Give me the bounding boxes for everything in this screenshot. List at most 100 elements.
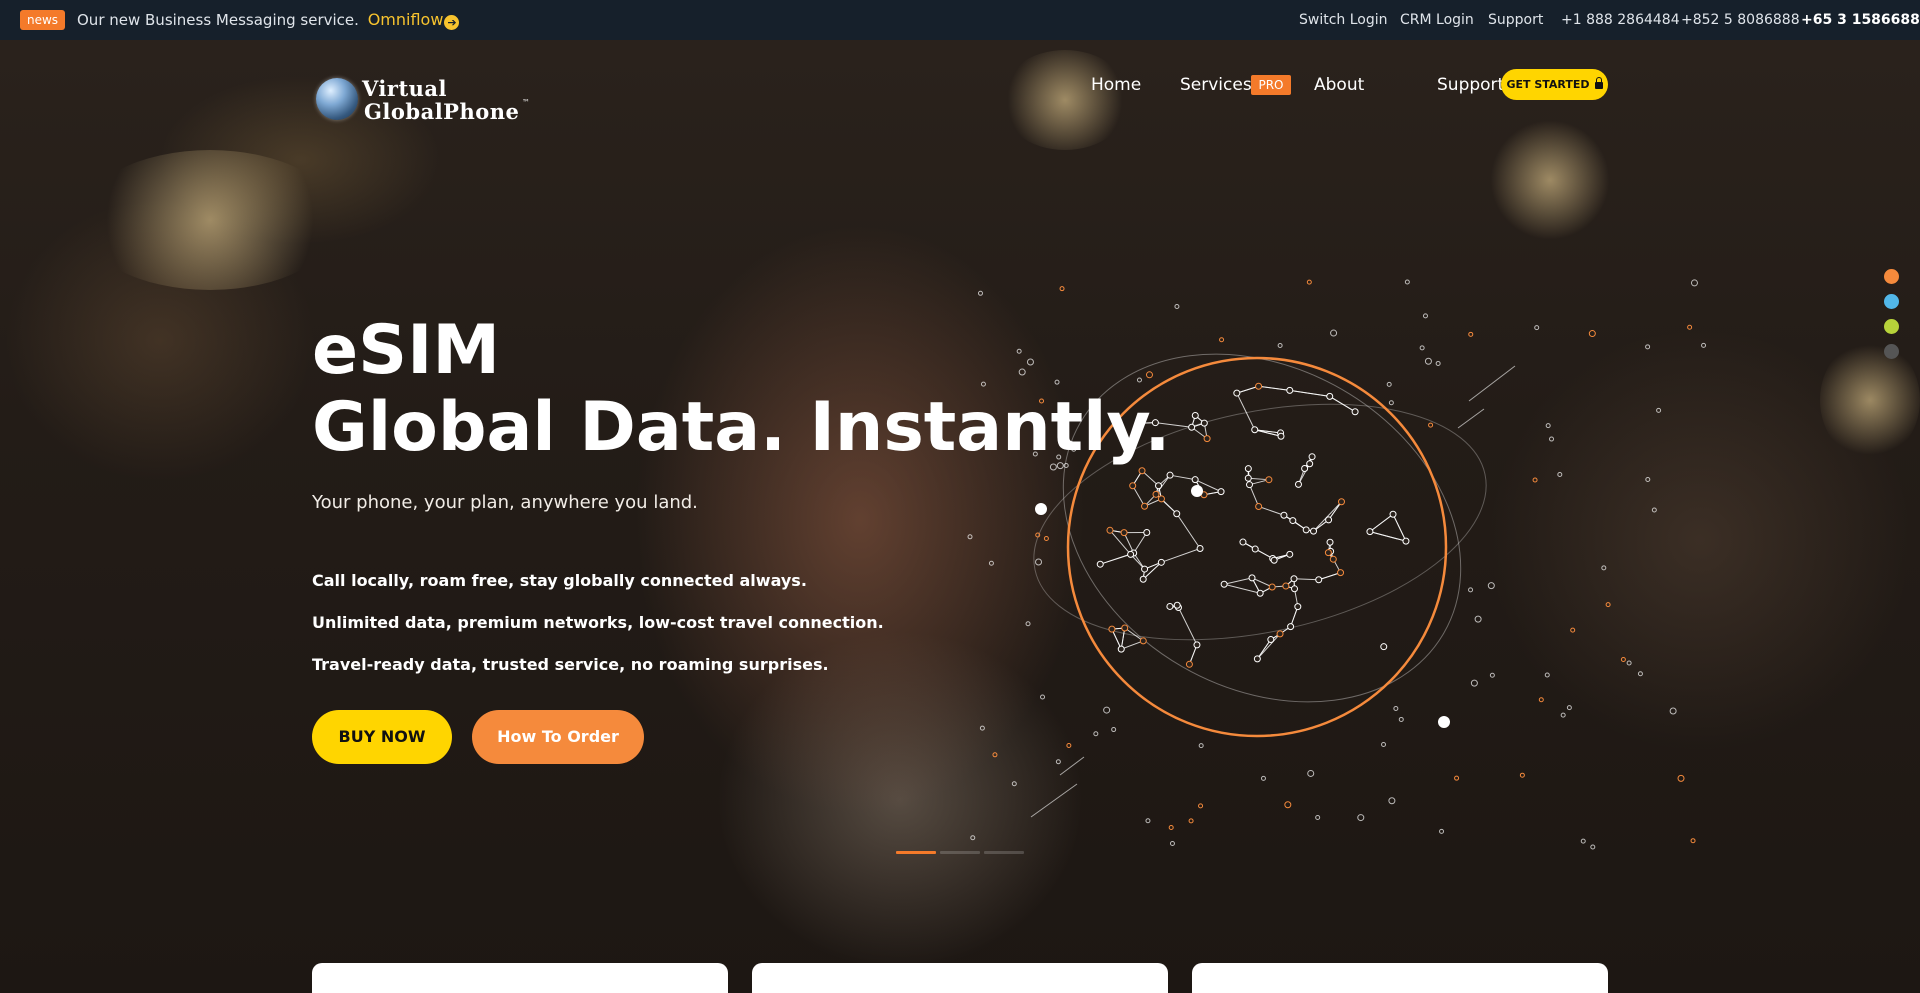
particle xyxy=(1544,672,1550,678)
network-node xyxy=(1246,481,1254,489)
network-node xyxy=(1256,589,1264,597)
feature-card[interactable] xyxy=(1192,963,1608,993)
particle xyxy=(1066,742,1072,748)
network-node xyxy=(1291,585,1299,593)
particle xyxy=(1605,602,1611,608)
particle xyxy=(1393,706,1399,712)
network-node xyxy=(1351,408,1359,416)
how-to-order-button[interactable]: How To Order xyxy=(472,710,644,764)
network-node xyxy=(1166,471,1174,479)
feature-card[interactable] xyxy=(752,963,1168,993)
background-light xyxy=(1000,50,1130,150)
particle xyxy=(1677,774,1685,782)
particle xyxy=(1601,565,1607,571)
lock-icon xyxy=(1594,77,1603,89)
particle xyxy=(1690,279,1698,287)
particle xyxy=(1570,627,1576,633)
particle xyxy=(1534,325,1540,331)
buy-now-button[interactable]: BUY NOW xyxy=(312,710,452,764)
hero-title-line1: eSIM xyxy=(312,311,501,390)
network-node xyxy=(1329,555,1337,563)
feature-card[interactable] xyxy=(312,963,728,993)
network-link xyxy=(1392,514,1407,542)
side-nav-dot[interactable] xyxy=(1884,344,1899,359)
network-link xyxy=(1109,529,1131,555)
nav-home[interactable]: Home xyxy=(1091,73,1141,97)
network-node xyxy=(1289,517,1297,525)
particle xyxy=(1388,797,1396,805)
network-node xyxy=(1277,432,1285,440)
phone-sg-link[interactable]: +65 3 1586688 xyxy=(1801,10,1920,30)
slide-indicator[interactable] xyxy=(940,851,980,854)
nav-about[interactable]: About xyxy=(1314,73,1364,97)
network-node xyxy=(1139,637,1147,645)
particle xyxy=(1103,706,1111,714)
get-started-button[interactable]: GET STARTED xyxy=(1501,69,1608,100)
particle xyxy=(1557,471,1563,477)
particle xyxy=(1470,679,1478,687)
particle xyxy=(1669,707,1677,715)
network-node xyxy=(1129,482,1137,490)
particle xyxy=(1701,342,1707,348)
particle xyxy=(1111,727,1117,733)
brand-logo[interactable]: Virtual GlobalPhone ™ xyxy=(314,72,534,128)
particle xyxy=(1419,345,1425,351)
slide-indicator[interactable] xyxy=(984,851,1024,854)
network-node xyxy=(1402,537,1410,545)
network-link xyxy=(1121,640,1144,650)
side-nav-dot[interactable] xyxy=(1884,269,1899,284)
phone-us-link[interactable]: +1 888 2864484 xyxy=(1561,10,1680,30)
network-node xyxy=(1276,630,1284,638)
network-node xyxy=(1244,465,1252,473)
network-link xyxy=(1289,389,1330,397)
network-link xyxy=(1369,513,1394,533)
particle xyxy=(1035,558,1043,566)
network-node xyxy=(1301,464,1309,472)
crm-login-link[interactable]: CRM Login xyxy=(1400,10,1474,30)
nav-support[interactable]: Support xyxy=(1437,73,1504,97)
network-node xyxy=(1141,502,1149,510)
nav-services[interactable]: Services xyxy=(1180,73,1252,97)
network-node xyxy=(1251,545,1259,553)
network-node xyxy=(1200,419,1208,427)
network-node xyxy=(1108,625,1116,633)
slide-indicator-active[interactable] xyxy=(896,851,936,854)
particle xyxy=(967,534,973,540)
brand-name-line1: Virtual xyxy=(362,76,448,101)
particle xyxy=(1277,343,1283,349)
hero-subtitle: Your phone, your plan, anywhere you land… xyxy=(312,492,698,513)
network-node xyxy=(1389,510,1397,518)
particle xyxy=(1428,422,1434,428)
network-link xyxy=(1369,531,1407,542)
network-link xyxy=(1176,513,1201,549)
particle xyxy=(1439,828,1445,834)
network-node xyxy=(1141,565,1149,573)
particle xyxy=(1626,660,1632,666)
particle xyxy=(1690,838,1696,844)
particle xyxy=(1284,801,1292,809)
pro-badge: PRO xyxy=(1251,75,1291,95)
side-nav-dot[interactable] xyxy=(1884,294,1899,309)
side-nav-dot[interactable] xyxy=(1884,319,1899,334)
network-node xyxy=(1166,602,1174,610)
network-link xyxy=(1161,548,1201,563)
network-node xyxy=(1290,575,1298,583)
network-node xyxy=(1139,575,1147,583)
particle xyxy=(1055,759,1061,765)
particle xyxy=(1168,825,1174,831)
orbit-node xyxy=(1035,503,1047,515)
network-node xyxy=(1120,529,1128,537)
top-support-link[interactable]: Support xyxy=(1488,10,1543,30)
switch-login-link[interactable]: Switch Login xyxy=(1299,10,1388,30)
particle xyxy=(1386,381,1392,387)
particle xyxy=(1519,772,1525,778)
network-node xyxy=(1280,511,1288,519)
network-link xyxy=(1133,532,1148,554)
particle xyxy=(1198,803,1204,809)
network-node xyxy=(1143,528,1151,536)
network-node xyxy=(1251,426,1259,434)
particle xyxy=(988,560,994,566)
background-light xyxy=(80,150,340,290)
phone-hk-link[interactable]: +852 5 8086888 xyxy=(1681,10,1800,30)
particle xyxy=(1549,436,1555,442)
